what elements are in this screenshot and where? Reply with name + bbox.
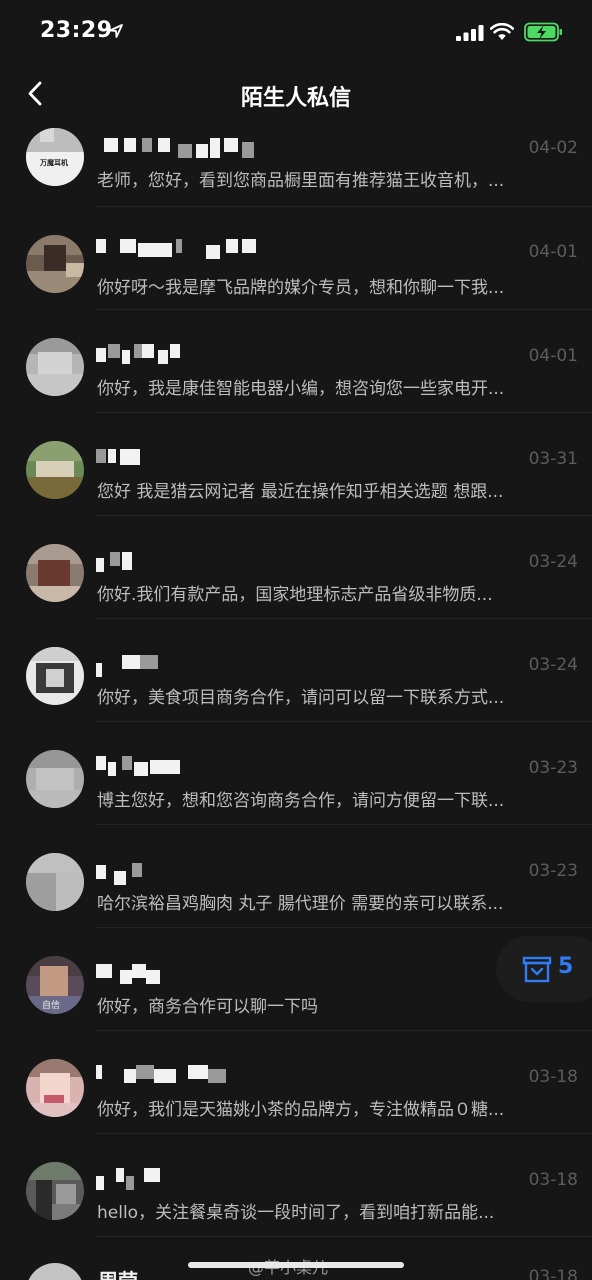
message-date: 03-23 bbox=[528, 861, 578, 881]
avatar bbox=[26, 235, 84, 293]
avatar bbox=[26, 544, 84, 602]
conversation-row[interactable]: 03-31 您好 我是猎云网记者 最近在操作知乎相关选题 想跟... bbox=[0, 413, 592, 516]
sender-name-redacted bbox=[96, 552, 276, 572]
conversation-row[interactable]: 04-01 你好，我是康佳智能电器小编，想咨询您一些家电开... bbox=[0, 310, 592, 413]
message-preview: 老师，您好，看到您商品橱里面有推荐猫王收音机，... bbox=[97, 171, 505, 191]
message-date: 03-18 bbox=[528, 1170, 578, 1190]
sender-name: 周莹 bbox=[98, 1265, 138, 1280]
message-preview: 您好 我是猎云网记者 最近在操作知乎相关选题 想跟... bbox=[97, 482, 504, 502]
sender-name-redacted bbox=[96, 863, 276, 885]
conversation-row[interactable]: 万魔耳机 04-02 老师，您好，看到您商品橱里面有推荐猫王收音机，... bbox=[0, 104, 592, 207]
sender-name-redacted bbox=[96, 1168, 276, 1190]
avatar bbox=[26, 647, 84, 705]
message-date: 03-24 bbox=[528, 655, 578, 675]
archive-badge-button[interactable]: 5 bbox=[496, 936, 592, 1002]
message-date: 03-23 bbox=[528, 758, 578, 778]
message-date: 04-01 bbox=[528, 346, 578, 366]
message-date: 03-18 bbox=[528, 1267, 578, 1280]
sender-name-redacted bbox=[96, 138, 276, 158]
message-date: 04-02 bbox=[528, 138, 578, 158]
status-bar: 23:29 bbox=[0, 0, 592, 64]
sender-name-redacted bbox=[96, 449, 276, 469]
avatar bbox=[26, 853, 84, 911]
avatar bbox=[26, 1059, 84, 1117]
wifi-icon bbox=[490, 23, 514, 40]
location-arrow-icon bbox=[109, 24, 123, 38]
message-preview: 博主您好，想和您咨询商务合作，请问方便留一下联... bbox=[97, 791, 505, 811]
home-indicator[interactable] bbox=[188, 1262, 404, 1268]
message-preview: 哈尔滨裕昌鸡胸肉 丸子 腸代理价 需要的亲可以联系... bbox=[97, 894, 504, 914]
conversation-row[interactable]: 03-23 哈尔滨裕昌鸡胸肉 丸子 腸代理价 需要的亲可以联系... bbox=[0, 825, 592, 928]
message-preview: 你好呀～我是摩飞品牌的媒介专员，想和你聊一下我... bbox=[97, 278, 505, 298]
archive-count: 5 bbox=[558, 954, 574, 979]
message-preview: 你好.我们有款产品，国家地理标志产品省级非物质... bbox=[97, 585, 493, 605]
archive-box-icon bbox=[522, 956, 552, 983]
avatar-logo-text: 万魔耳机 bbox=[40, 159, 68, 167]
avatar bbox=[26, 1162, 84, 1220]
sender-name-redacted bbox=[96, 655, 276, 677]
cellular-signal-icon bbox=[456, 25, 484, 41]
conversation-row[interactable]: 03-18 你好，我们是天猫姚小茶的品牌方，专注做精品０糖... bbox=[0, 1031, 592, 1134]
sender-name-redacted bbox=[96, 344, 276, 364]
message-preview: 你好，我是康佳智能电器小编，想咨询您一些家电开... bbox=[97, 379, 505, 399]
message-date: 03-24 bbox=[528, 552, 578, 572]
avatar bbox=[26, 1263, 84, 1280]
avatar bbox=[26, 441, 84, 499]
message-preview: 你好，商务合作可以聊一下吗 bbox=[97, 997, 318, 1017]
conversation-row[interactable]: 03-24 你好.我们有款产品，国家地理标志产品省级非物质... bbox=[0, 516, 592, 619]
message-preview: 你好，我们是天猫姚小茶的品牌方，专注做精品０糖... bbox=[97, 1100, 505, 1120]
avatar bbox=[26, 338, 84, 396]
avatar: 万魔耳机 bbox=[26, 128, 84, 186]
message-date: 03-31 bbox=[528, 449, 578, 469]
message-preview: hello，关注餐桌奇谈一段时间了，看到咱打新品能... bbox=[97, 1203, 495, 1223]
message-date: 04-01 bbox=[528, 242, 578, 262]
sender-name-redacted bbox=[96, 964, 276, 984]
conversation-row[interactable]: 04-01 你好呀～我是摩飞品牌的媒介专员，想和你聊一下我... bbox=[0, 207, 592, 310]
sender-name-redacted bbox=[96, 239, 276, 259]
avatar-overlay-text: 自信 bbox=[42, 1001, 61, 1011]
avatar: 自信 bbox=[26, 956, 84, 1014]
conversation-row[interactable]: 03-24 你好，美食项目商务合作，请问可以留一下联系方式... bbox=[0, 619, 592, 722]
message-date: 03-18 bbox=[528, 1067, 578, 1087]
conversation-row[interactable]: 03-23 博主您好，想和您咨询商务合作，请问方便留一下联... bbox=[0, 722, 592, 825]
sender-name-redacted bbox=[96, 756, 276, 776]
avatar bbox=[26, 750, 84, 808]
conversation-row[interactable]: 03-18 hello，关注餐桌奇谈一段时间了，看到咱打新品能... bbox=[0, 1134, 592, 1237]
battery-charging-icon bbox=[524, 22, 562, 42]
message-preview: 你好，美食项目商务合作，请问可以留一下联系方式... bbox=[97, 688, 505, 708]
status-time: 23:29 bbox=[40, 18, 113, 43]
sender-name-redacted bbox=[96, 1065, 276, 1085]
